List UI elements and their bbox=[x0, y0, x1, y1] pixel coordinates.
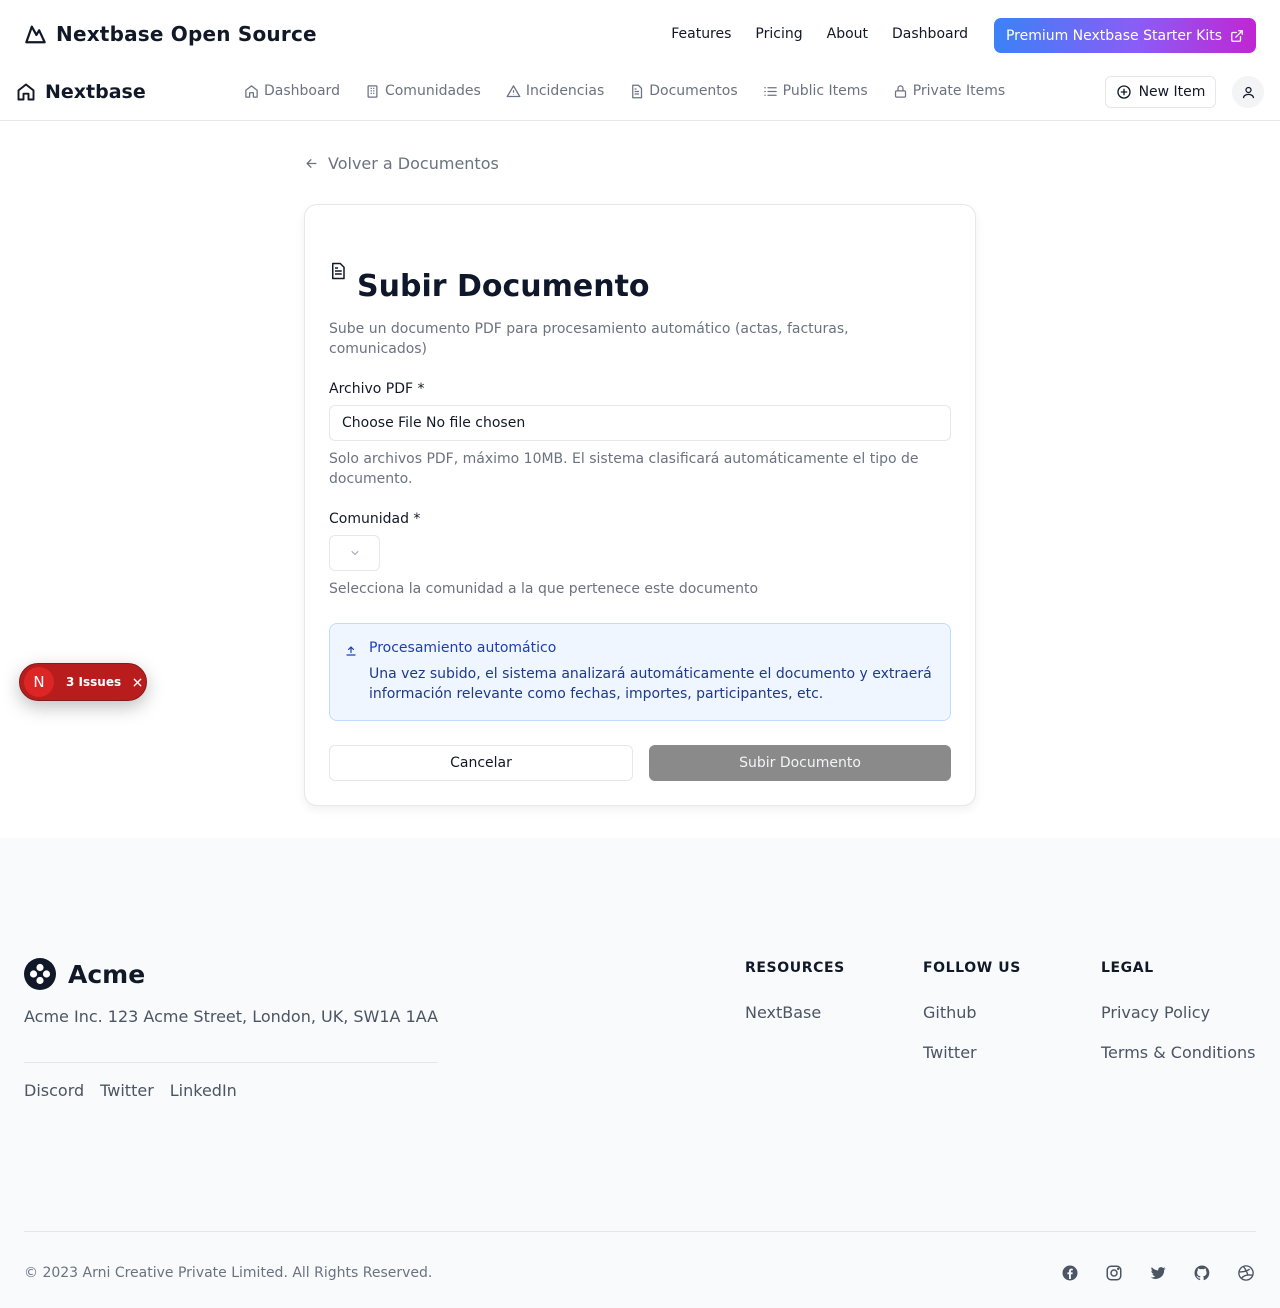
footer-link-linkedin[interactable]: LinkedIn bbox=[170, 1081, 237, 1100]
user-icon bbox=[1241, 85, 1256, 100]
issues-count-label: 3 Issues bbox=[66, 675, 122, 689]
lock-icon bbox=[893, 84, 908, 99]
home-icon bbox=[244, 84, 259, 99]
top-nav-about[interactable]: About bbox=[827, 26, 868, 42]
back-link-label: Volver a Documentos bbox=[328, 154, 499, 173]
issues-logo: N bbox=[24, 667, 54, 697]
upload-icon bbox=[345, 645, 357, 657]
info-alert-text: Una vez subido, el sistema analizará aut… bbox=[369, 666, 932, 702]
page-title: Subir Documento bbox=[357, 269, 650, 304]
community-select[interactable] bbox=[329, 535, 380, 571]
mountain-logo-icon bbox=[24, 23, 47, 45]
footer-link-nextbase[interactable]: NextBase bbox=[745, 1003, 845, 1022]
premium-button-label: Premium Nextbase Starter Kits bbox=[1005, 27, 1222, 44]
card-description: Sube un documento PDF para procesamiento… bbox=[329, 321, 849, 357]
footer-column-resources: RESOURCES NextBase bbox=[745, 960, 845, 1022]
footer-column-follow-us: FOLLOW US Github Twitter bbox=[923, 960, 1021, 1062]
nav-item-dashboard[interactable]: Dashboard bbox=[244, 83, 340, 99]
top-nav: Features Pricing About Dashboard bbox=[671, 26, 968, 42]
footer-link-twitter[interactable]: Twitter bbox=[100, 1081, 154, 1100]
app-navbar: Nextbase Dashboard Comunidades Incidenci… bbox=[0, 72, 1280, 121]
footer-social-icons bbox=[1061, 1264, 1255, 1282]
footer-link-terms-conditions[interactable]: Terms & Conditions bbox=[1101, 1043, 1255, 1062]
issues-badge[interactable]: N 3 Issues bbox=[19, 663, 147, 701]
arrow-left-icon bbox=[304, 156, 319, 171]
footer-column-heading: LEGAL bbox=[1101, 960, 1154, 976]
building-icon bbox=[365, 84, 380, 99]
app-brand-name: Nextbase bbox=[45, 81, 146, 103]
list-icon bbox=[763, 84, 778, 99]
new-item-label: New Item bbox=[1138, 84, 1206, 100]
nav-item-label: Public Items bbox=[782, 83, 868, 99]
nav-item-label: Incidencias bbox=[525, 83, 605, 99]
nav-item-label: Private Items bbox=[912, 83, 1006, 99]
top-nav-dashboard[interactable]: Dashboard bbox=[892, 26, 968, 42]
nav-item-comunidades[interactable]: Comunidades bbox=[365, 83, 481, 99]
footer-bottom-divider bbox=[24, 1231, 1256, 1232]
footer-link-privacy-policy[interactable]: Privacy Policy bbox=[1101, 1003, 1255, 1022]
footer-column-heading: RESOURCES bbox=[745, 960, 845, 976]
footer-divider bbox=[24, 1062, 438, 1063]
user-menu-button[interactable] bbox=[1232, 76, 1264, 108]
alert-triangle-icon bbox=[506, 84, 521, 99]
chevron-down-icon bbox=[349, 547, 361, 559]
nav-item-label: Dashboard bbox=[264, 83, 340, 99]
footer-brand-name: Acme bbox=[68, 959, 146, 989]
new-item-button[interactable]: New Item bbox=[1105, 76, 1216, 108]
nav-item-incidencias[interactable]: Incidencias bbox=[506, 83, 604, 99]
submit-document-button[interactable]: Subir Documento bbox=[649, 745, 951, 781]
footer-column-heading: FOLLOW US bbox=[923, 960, 1021, 976]
home-logo-icon bbox=[16, 82, 36, 102]
pdf-file-input[interactable]: Choose File No file chosen bbox=[329, 405, 951, 441]
twitter-icon[interactable] bbox=[1149, 1264, 1167, 1282]
community-field-hint: Selecciona la comunidad a la que pertene… bbox=[329, 581, 759, 597]
top-brand-name: Nextbase Open Source bbox=[56, 22, 317, 46]
file-field-label: Archivo PDF * bbox=[329, 381, 425, 397]
premium-starter-kits-button[interactable]: Premium Nextbase Starter Kits bbox=[993, 18, 1256, 53]
card-header: Subir Documento bbox=[329, 261, 650, 304]
app-brand[interactable]: Nextbase bbox=[16, 81, 146, 103]
file-text-icon bbox=[629, 84, 644, 99]
site-footer: Acme Acme Inc. 123 Acme Street, London, … bbox=[0, 838, 1280, 1308]
footer-address: Acme Inc. 123 Acme Street, London, UK, S… bbox=[24, 1007, 439, 1026]
app-nav: Dashboard Comunidades Incidencias Docume… bbox=[244, 83, 1005, 99]
nav-item-public-items[interactable]: Public Items bbox=[763, 83, 868, 99]
back-to-documentos-link[interactable]: Volver a Documentos bbox=[304, 154, 499, 173]
top-header: Nextbase Open Source Features Pricing Ab… bbox=[0, 0, 1280, 72]
external-link-icon bbox=[1230, 29, 1244, 43]
facebook-icon[interactable] bbox=[1061, 1264, 1079, 1282]
close-icon[interactable] bbox=[132, 677, 143, 688]
nav-item-label: Comunidades bbox=[384, 83, 481, 99]
dribbble-icon[interactable] bbox=[1237, 1264, 1255, 1282]
github-icon[interactable] bbox=[1193, 1264, 1211, 1282]
nav-item-private-items[interactable]: Private Items bbox=[893, 83, 1005, 99]
cancel-button[interactable]: Cancelar bbox=[329, 745, 633, 781]
top-brand[interactable]: Nextbase Open Source bbox=[24, 22, 317, 46]
processing-info-alert: Procesamiento automático Una vez subido,… bbox=[329, 623, 951, 721]
instagram-icon[interactable] bbox=[1105, 1264, 1123, 1282]
nav-item-documentos[interactable]: Documentos bbox=[629, 83, 738, 99]
top-nav-pricing[interactable]: Pricing bbox=[755, 26, 802, 42]
top-nav-features[interactable]: Features bbox=[671, 26, 731, 42]
footer-link-github[interactable]: Github bbox=[923, 1003, 1021, 1022]
file-document-icon bbox=[329, 261, 347, 281]
upload-document-card: Subir Documento Sube un documento PDF pa… bbox=[304, 204, 976, 806]
footer-copyright: © 2023 Arni Creative Private Limited. Al… bbox=[24, 1265, 433, 1281]
acme-logo-icon bbox=[24, 958, 56, 990]
footer-link-twitter-follow[interactable]: Twitter bbox=[923, 1043, 1021, 1062]
footer-column-legal: LEGAL Privacy Policy Terms & Conditions bbox=[1101, 960, 1255, 1062]
plus-circle-icon bbox=[1116, 84, 1132, 100]
footer-social-links: Discord Twitter LinkedIn bbox=[24, 1081, 237, 1100]
community-field-label: Comunidad * bbox=[329, 511, 421, 527]
footer-brand[interactable]: Acme bbox=[24, 958, 145, 990]
nav-item-label: Documentos bbox=[649, 83, 738, 99]
footer-link-discord[interactable]: Discord bbox=[24, 1081, 84, 1100]
file-field-hint: Solo archivos PDF, máximo 10MB. El siste… bbox=[329, 451, 919, 487]
info-alert-title: Procesamiento automático bbox=[369, 640, 557, 656]
